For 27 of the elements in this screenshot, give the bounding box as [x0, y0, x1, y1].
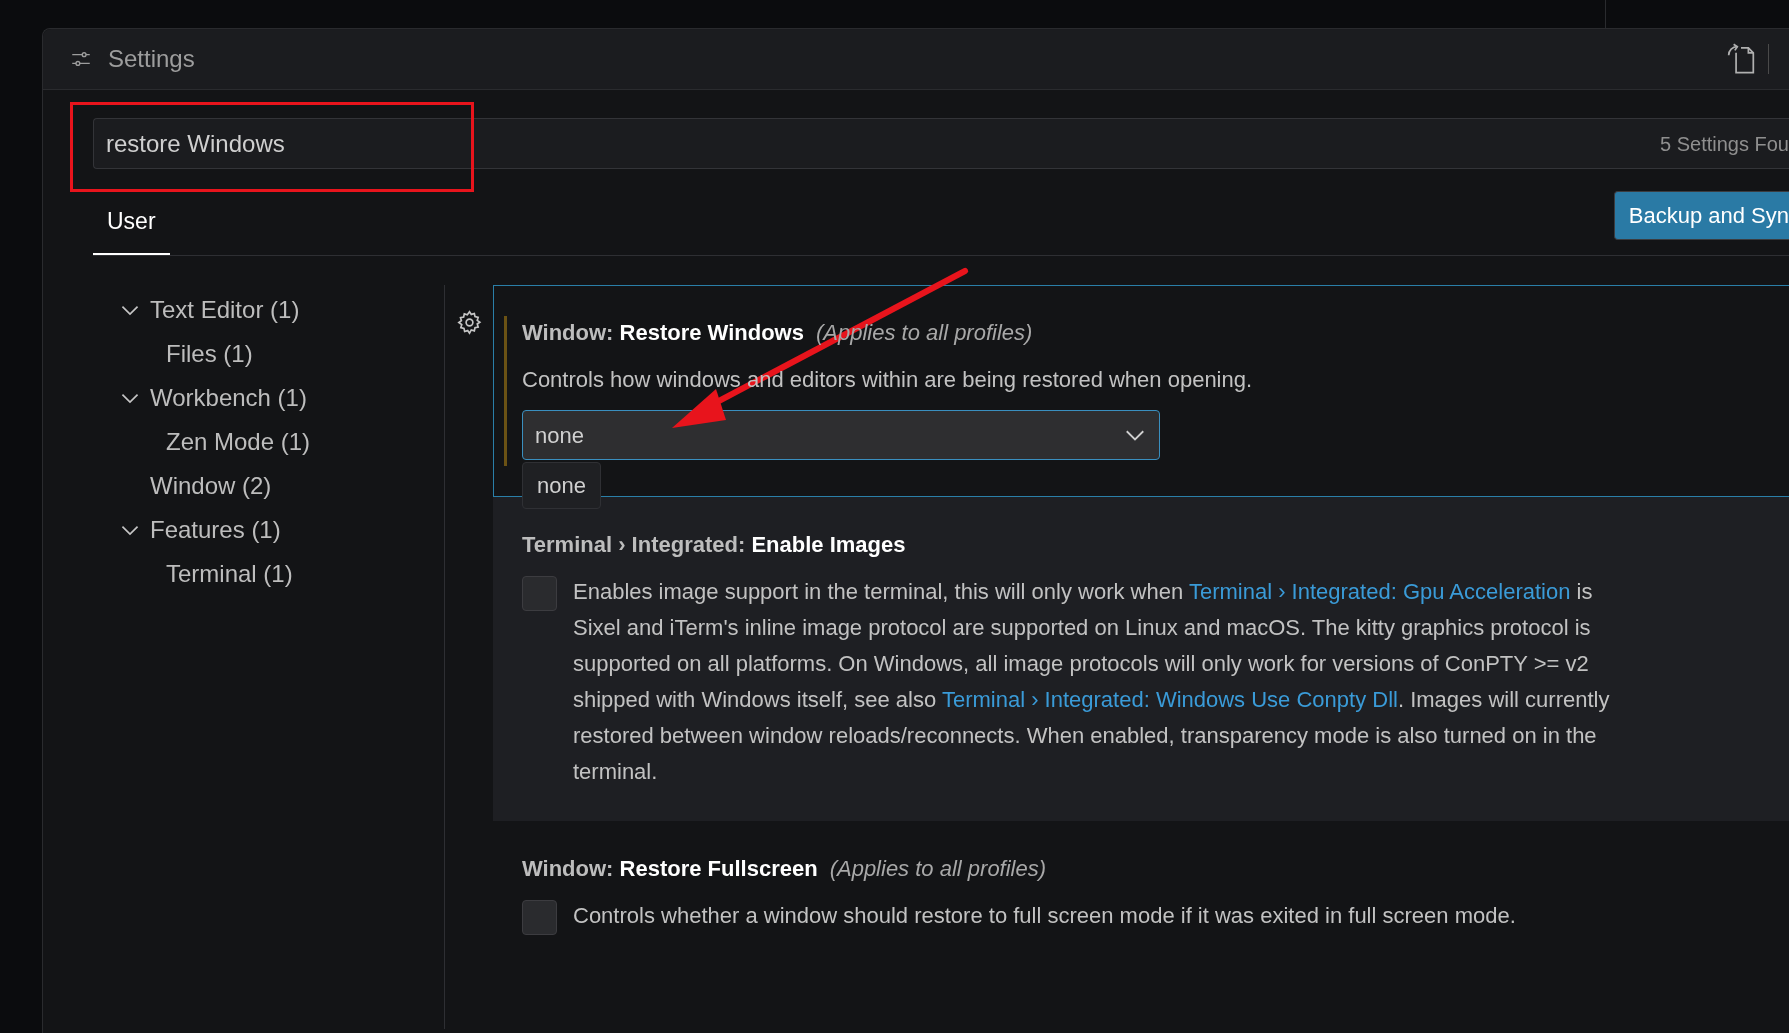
window-title: Settings [108, 44, 195, 74]
tree-item[interactable]: Zen Mode (1) [166, 424, 311, 460]
settings-gear-icon[interactable] [455, 309, 483, 336]
settings-sliders-icon [71, 49, 91, 69]
search-field[interactable]: restore Windows 5 Settings Fou [93, 118, 1789, 169]
tree-item[interactable]: Features (1) [150, 512, 281, 548]
tab[interactable]: User [93, 190, 170, 255]
checkbox[interactable] [522, 576, 557, 611]
setting-link[interactable]: Terminal › Integrated: Gpu Acceleration [1188, 579, 1571, 604]
open-file-icon[interactable] [1726, 43, 1756, 75]
tree-item[interactable]: Files (1) [166, 336, 253, 372]
tree-item[interactable]: Window (2) [150, 468, 272, 504]
checkbox[interactable] [522, 900, 557, 935]
result-count: 5 Settings Fou [1660, 131, 1789, 157]
tree-item[interactable]: Text Editor (1) [150, 292, 300, 328]
scope-label: (Applies to all profiles) [829, 855, 1047, 883]
setting-title: Window: Restore Fullscreen [522, 855, 818, 883]
hover-tooltip: none [522, 462, 601, 509]
setting-description: Controls whether a window should restore to full screen mode if it was exited in full screen mode. [573, 902, 1516, 930]
backup-sync-button[interactable]: Backup and Syn [1613, 191, 1789, 240]
setting-title: Terminal › Integrated: Enable Images [522, 531, 906, 559]
tree-item[interactable]: Workbench (1) [150, 380, 307, 416]
dropdown-select[interactable]: none [522, 410, 1160, 460]
setting-link[interactable]: Terminal › Integrated: Windows Use Conpty Dll [941, 687, 1398, 712]
setting-description: Enables image support in the terminal, this will only work when Terminal › Integrated: Gpu Acceleration is Sixel and iTerm's inline image protocol are supported on Linux and macOS. The kitty graphics protocol is supported on all platforms. On Windows, all image protocols will only work for versions of ConPTY >= v2 shipped with Windows itself, see also Terminal › Integrated: Windows Use Conpty Dll. Images will currently restored between window reloads/reconnects. When enabled, transparency mode is also turned on in the terminal. [573, 578, 1610, 786]
setting-title: Window: Restore Windows [522, 319, 804, 347]
tree-item[interactable]: Terminal (1) [166, 556, 293, 592]
